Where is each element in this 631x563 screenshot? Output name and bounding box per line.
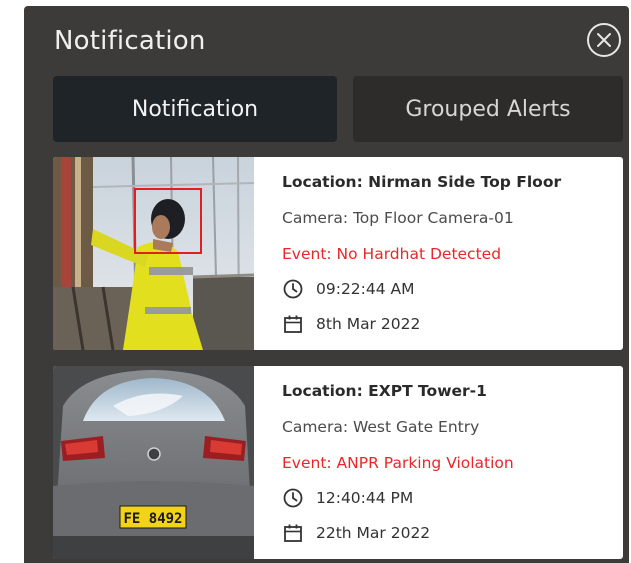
date-text: 8th Mar 2022 (316, 315, 421, 333)
time-text: 09:22:44 AM (316, 280, 415, 298)
panel-title: Notification (54, 26, 206, 56)
tab-grouped-alerts[interactable]: Grouped Alerts (353, 76, 623, 142)
notification-panel: Notification Notification Grouped Alerts (24, 6, 629, 563)
camera-text: Camera: West Gate Entry (282, 418, 480, 436)
notification-card[interactable]: Location: Nirman Side Top Floor Camera: … (53, 157, 623, 350)
notification-info: Location: EXPT Tower-1 Camera: West Gate… (282, 366, 617, 559)
date-row: 8th Mar 2022 (282, 313, 420, 335)
notification-info: Location: Nirman Side Top Floor Camera: … (282, 157, 617, 350)
car-rear-license-plate-image: FE 8492 (53, 366, 254, 559)
event-text: Event: ANPR Parking Violation (282, 454, 514, 472)
tab-notification[interactable]: Notification (53, 76, 337, 142)
location-text: Location: EXPT Tower-1 (282, 382, 487, 400)
calendar-icon (284, 315, 302, 333)
close-icon (597, 33, 611, 47)
clock-icon (283, 488, 303, 508)
close-button[interactable] (587, 23, 621, 57)
camera-text: Camera: Top Floor Camera-01 (282, 209, 514, 227)
time-row: 09:22:44 AM (282, 278, 415, 300)
clock-icon (283, 279, 303, 299)
date-text: 22th Mar 2022 (316, 524, 431, 542)
tab-bar: Notification Grouped Alerts (53, 76, 623, 142)
time-row: 12:40:44 PM (282, 487, 413, 509)
calendar-icon (284, 524, 302, 542)
license-plate-text: FE 8492 (123, 511, 182, 527)
time-text: 12:40:44 PM (316, 489, 414, 507)
worker-without-hardhat-image (53, 157, 254, 350)
date-row: 22th Mar 2022 (282, 522, 430, 544)
event-text: Event: No Hardhat Detected (282, 245, 502, 263)
location-text: Location: Nirman Side Top Floor (282, 173, 562, 191)
notification-card[interactable]: FE 8492 Location: EXPT Tower-1 Camera: W… (53, 366, 623, 559)
